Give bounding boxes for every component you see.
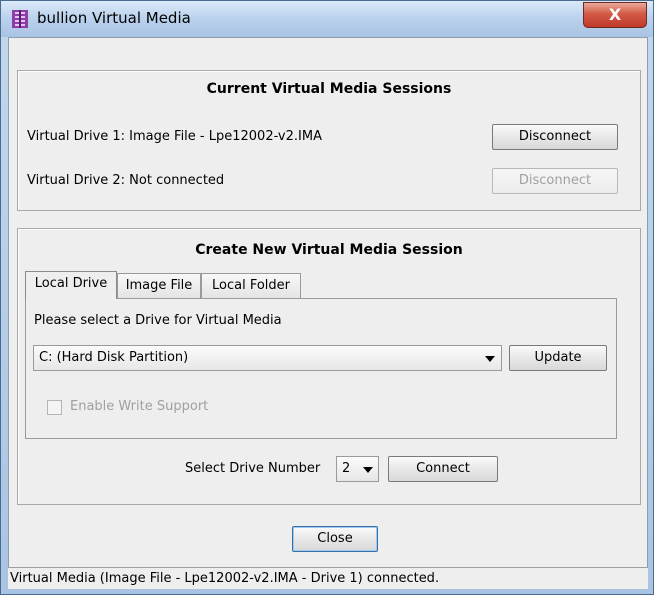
drive-select-value: C: (Hard Disk Partition) [39, 350, 189, 365]
create-session-group: Create New Virtual Media Session Local D… [17, 228, 641, 505]
dialog-body: Current Virtual Media Sessions Virtual D… [8, 37, 648, 589]
disconnect-drive-2-button[interactable]: Disconnect [492, 168, 618, 194]
window-title: bullion Virtual Media [37, 9, 191, 27]
chevron-down-icon [485, 356, 495, 362]
enable-write-support-label: Enable Write Support [70, 399, 209, 414]
tab-local-drive[interactable]: Local Drive [25, 271, 117, 299]
current-sessions-group: Current Virtual Media Sessions Virtual D… [17, 70, 641, 211]
title-bar[interactable]: bullion Virtual Media X [1, 1, 653, 37]
select-drive-number-label: Select Drive Number [185, 461, 321, 476]
create-session-heading: Create New Virtual Media Session [195, 242, 463, 258]
current-sessions-heading: Current Virtual Media Sessions [206, 81, 452, 97]
status-bar: Virtual Media (Image File - Lpe12002-v2.… [8, 567, 648, 589]
chevron-down-icon [363, 467, 373, 473]
select-drive-prompt: Please select a Drive for Virtual Media [34, 313, 282, 328]
disconnect-drive-1-button[interactable]: Disconnect [492, 124, 618, 150]
drive-select[interactable]: C: (Hard Disk Partition) [33, 345, 502, 371]
drive-number-value: 2 [342, 461, 351, 476]
local-drive-panel: Please select a Drive for Virtual Media … [25, 298, 617, 439]
bullion-app-icon [12, 10, 28, 28]
tab-local-folder[interactable]: Local Folder [201, 273, 301, 299]
enable-write-support-checkbox[interactable] [47, 400, 62, 415]
tab-image-file[interactable]: Image File [117, 273, 201, 299]
connect-button[interactable]: Connect [388, 456, 498, 482]
drive-number-select[interactable]: 2 [336, 456, 379, 482]
virtual-drive-2-label: Virtual Drive 2: Not connected [27, 173, 225, 188]
virtual-media-window: bullion Virtual Media X Current Virtual … [0, 0, 654, 595]
close-button[interactable]: Close [292, 526, 378, 552]
virtual-drive-1-label: Virtual Drive 1: Image File - Lpe12002-v… [27, 129, 322, 144]
update-button[interactable]: Update [509, 345, 607, 371]
close-icon[interactable]: X [583, 2, 647, 28]
